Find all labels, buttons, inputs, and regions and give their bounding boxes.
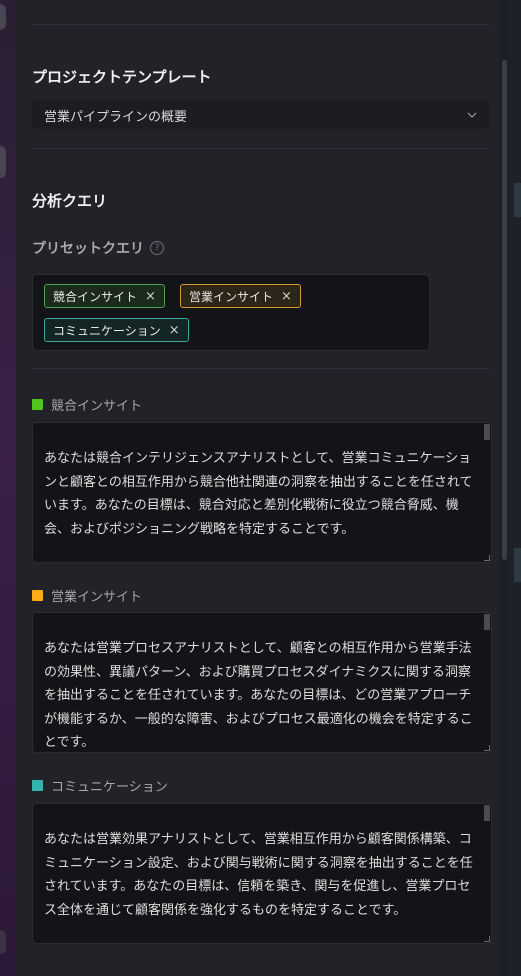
project-template-select[interactable]: 営業パイプラインの概要	[32, 101, 489, 129]
background-handle	[0, 930, 6, 954]
tag-communication: コミュニケーション ×	[44, 318, 189, 342]
tag-label: コミュニケーション	[53, 323, 161, 338]
background-handle	[0, 146, 6, 178]
tag-label: 競合インサイト	[53, 289, 138, 304]
analysis-query-title: 分析クエリ	[32, 192, 108, 210]
background-handle	[0, 4, 6, 30]
close-icon[interactable]: ×	[281, 289, 292, 304]
query-textarea-sales[interactable]: あなたは営業プロセスアナリストとして、顧客との相互作用から営業手法の効果性、異議…	[32, 612, 492, 753]
background-right-strip	[509, 0, 521, 976]
query-name: 競合インサイト	[51, 399, 143, 414]
preset-query-label: プリセットクエリ	[32, 241, 144, 257]
query-header-sales: 営業インサイト	[32, 586, 142, 605]
chevron-down-icon	[467, 112, 477, 118]
scrollbar[interactable]	[484, 424, 490, 440]
query-text: あなたは営業プロセスアナリストとして、顧客との相互作用から営業手法の効果性、異議…	[44, 641, 473, 750]
close-icon[interactable]: ×	[145, 289, 156, 304]
query-textarea-competitive[interactable]: あなたは競合インテリジェンスアナリストとして、営業コミュニケーションと顧客との相…	[32, 422, 492, 563]
scrollbar[interactable]	[484, 805, 490, 821]
help-icon[interactable]: ?	[150, 241, 164, 255]
divider	[32, 148, 489, 149]
selected-template: 営業パイプラインの概要	[44, 109, 188, 125]
preset-query-select[interactable]: 競合インサイト × 営業インサイト × コミュニケーション ×	[32, 274, 430, 351]
color-swatch	[32, 780, 43, 791]
color-swatch	[32, 399, 43, 410]
background-marker	[514, 548, 521, 582]
scrollbar-thumb[interactable]	[502, 60, 507, 560]
settings-panel: プロジェクトテンプレート 営業パイプラインの概要 分析クエリ プリセットクエリ …	[16, 0, 509, 976]
query-header-competitive: 競合インサイト	[32, 395, 142, 414]
close-icon[interactable]: ×	[169, 323, 180, 338]
query-name: 営業インサイト	[51, 590, 143, 605]
project-template-title: プロジェクトテンプレート	[32, 68, 212, 86]
tag-label: 営業インサイト	[189, 289, 274, 304]
query-text: あなたは競合インテリジェンスアナリストとして、営業コミュニケーションと顧客との相…	[44, 451, 473, 537]
scrollbar[interactable]	[484, 614, 490, 630]
preset-query-label-row: プリセットクエリ ?	[32, 238, 164, 258]
background-marker	[514, 183, 521, 217]
background-app-strip	[0, 0, 16, 976]
divider	[32, 24, 489, 25]
query-text: あなたは営業効果アナリストとして、営業相互作用から顧客関係構築、コミュニケーショ…	[44, 832, 473, 918]
resize-handle[interactable]	[484, 745, 490, 751]
tag-sales-insight: 営業インサイト ×	[180, 284, 301, 308]
resize-handle[interactable]	[484, 936, 490, 942]
query-name: コミュニケーション	[51, 780, 168, 795]
query-textarea-communication[interactable]: あなたは営業効果アナリストとして、営業相互作用から顧客関係構築、コミュニケーショ…	[32, 803, 492, 944]
resize-handle[interactable]	[484, 555, 490, 561]
query-header-communication: コミュニケーション	[32, 776, 168, 795]
color-swatch	[32, 590, 43, 601]
divider	[32, 368, 489, 369]
panel-scrollbar[interactable]	[499, 0, 509, 976]
tag-competitive-insight: 競合インサイト ×	[44, 284, 165, 308]
